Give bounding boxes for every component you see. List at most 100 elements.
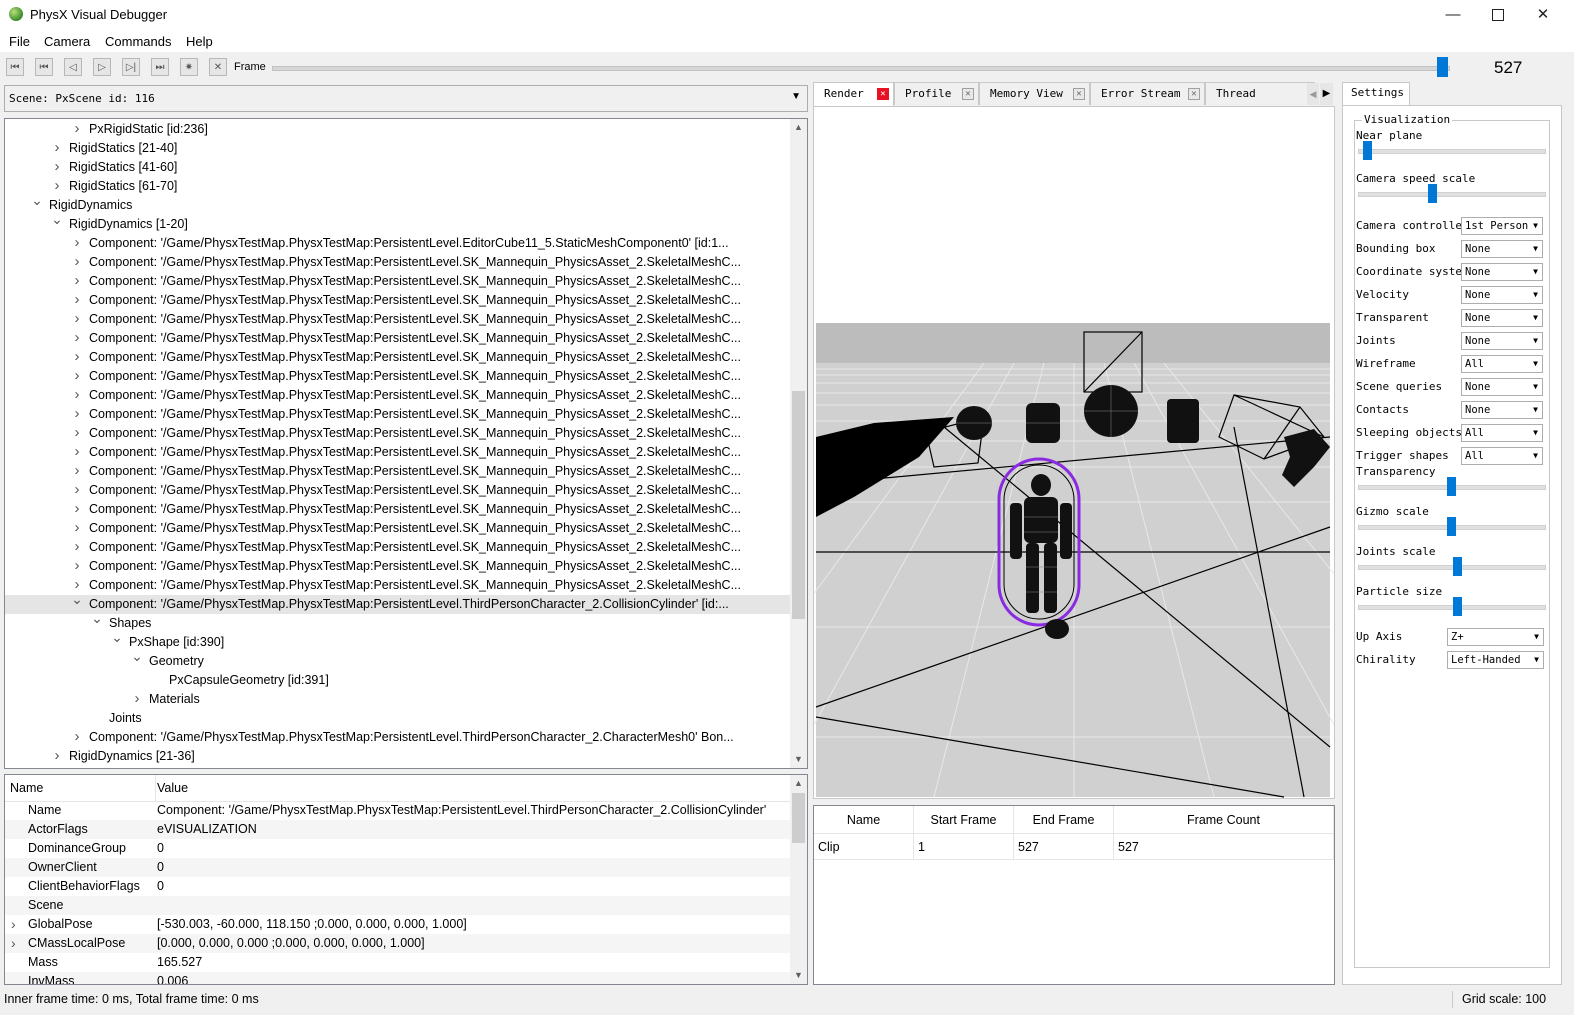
tree-item[interactable]: › Component: '/Game/PhysxTestMap.PhysxTes…: [5, 405, 791, 424]
properties-scroll-thumb[interactable]: [792, 793, 805, 843]
clip-cell[interactable]: 527: [1114, 834, 1334, 860]
collapse-arrow-icon[interactable]: ⌄: [51, 215, 63, 229]
up-axis-combo[interactable]: Z+ ▼: [1447, 628, 1544, 646]
close-tab-icon[interactable]: ✕: [962, 88, 974, 100]
expand-arrow-icon[interactable]: ›: [71, 310, 83, 328]
tree-item[interactable]: › Component: '/Game/PhysxTestMap.PhysxTes…: [5, 348, 791, 367]
tree-item[interactable]: › PxRigidStatic [id:236]: [5, 120, 791, 139]
clip-column-header[interactable]: Start Frame: [914, 806, 1014, 834]
scroll-up-icon[interactable]: ▲: [790, 775, 807, 792]
scene-selector[interactable]: Scene: PxScene id: 116 ▼: [4, 85, 808, 112]
expand-arrow-icon[interactable]: ›: [71, 234, 83, 252]
tab-scroll-left-icon[interactable]: ◀: [1307, 83, 1319, 105]
expand-arrow-icon[interactable]: ›: [71, 424, 83, 442]
play-icon[interactable]: ▷: [93, 58, 111, 76]
scroll-up-icon[interactable]: ▲: [790, 119, 807, 136]
expand-arrow-icon[interactable]: ›: [71, 443, 83, 461]
property-row[interactable]: Scene: [5, 896, 791, 915]
expand-arrow-icon[interactable]: ›: [71, 291, 83, 309]
tab-render[interactable]: Render ✕: [813, 82, 894, 107]
tree-item[interactable]: › Component: '/Game/PhysxTestMap.PhysxTes…: [5, 310, 791, 329]
menu-file[interactable]: File: [9, 34, 30, 49]
clip-cell[interactable]: 527: [1014, 834, 1114, 860]
expand-arrow-icon[interactable]: ›: [71, 538, 83, 556]
property-row[interactable]: DominanceGroup 0: [5, 839, 791, 858]
tree-item[interactable]: › Component: '/Game/PhysxTestMap.PhysxTes…: [5, 462, 791, 481]
menu-camera[interactable]: Camera: [44, 34, 90, 49]
setting-combo[interactable]: None ▼: [1461, 263, 1543, 281]
expand-arrow-icon[interactable]: ›: [71, 329, 83, 347]
tree-item[interactable]: › Component: '/Game/PhysxTestMap.PhysxTes…: [5, 481, 791, 500]
expand-arrow-icon[interactable]: ›: [71, 386, 83, 404]
settings-slider[interactable]: [1358, 149, 1546, 154]
expand-arrow-icon[interactable]: ›: [11, 915, 16, 934]
prev-keyframe-icon[interactable]: ⏮: [35, 58, 53, 76]
tree-item[interactable]: › RigidStatics [61-70]: [5, 177, 791, 196]
settings-slider-handle[interactable]: [1453, 597, 1462, 616]
tree-item[interactable]: ⌄ PxShape [id:390]: [5, 633, 791, 652]
tree-item[interactable]: › Materials: [5, 690, 791, 709]
scene-render[interactable]: [814, 107, 1334, 798]
tree-item[interactable]: › Component: '/Game/PhysxTestMap.PhysxTes…: [5, 728, 791, 747]
tree-item[interactable]: › Component: '/Game/PhysxTestMap.PhysxTes…: [5, 367, 791, 386]
tree-item[interactable]: › RigidStatics [21-40]: [5, 139, 791, 158]
property-row[interactable]: › CMassLocalPose [0.000, 0.000, 0.000 ;0.0…: [5, 934, 791, 953]
tree-item[interactable]: › Component: '/Game/PhysxTestMap.PhysxTes…: [5, 538, 791, 557]
tree-item[interactable]: › Component: '/Game/PhysxTestMap.PhysxTes…: [5, 443, 791, 462]
settings-slider[interactable]: [1358, 192, 1546, 197]
tree-item[interactable]: › Component: '/Game/PhysxTestMap.PhysxTes…: [5, 557, 791, 576]
property-row[interactable]: OwnerClient 0: [5, 858, 791, 877]
setting-combo[interactable]: None ▼: [1461, 401, 1543, 419]
tree-item[interactable]: › Component: '/Game/PhysxTestMap.PhysxTes…: [5, 424, 791, 443]
expand-arrow-icon[interactable]: ›: [51, 177, 63, 195]
setting-combo[interactable]: None ▼: [1461, 332, 1543, 350]
tree-item[interactable]: › RigidDynamics [21-36]: [5, 747, 791, 766]
expand-arrow-icon[interactable]: ›: [71, 120, 83, 138]
expand-arrow-icon[interactable]: ›: [71, 500, 83, 518]
tree-item[interactable]: Joints: [5, 709, 791, 728]
close-tab-icon[interactable]: ✕: [1188, 88, 1200, 100]
step-back-icon[interactable]: ◁: [64, 58, 82, 76]
maximize-button[interactable]: [1475, 0, 1521, 30]
setting-combo[interactable]: All ▼: [1461, 447, 1543, 465]
settings-slider-handle[interactable]: [1447, 477, 1456, 496]
collapse-arrow-icon[interactable]: ⌄: [111, 633, 123, 647]
property-row[interactable]: ActorFlags eVISUALIZATION: [5, 820, 791, 839]
capture-icon[interactable]: ✷: [180, 58, 198, 76]
menu-commands[interactable]: Commands: [105, 34, 171, 49]
settings-slider-handle[interactable]: [1428, 184, 1437, 203]
tree-item[interactable]: PxCapsuleGeometry [id:391]: [5, 671, 791, 690]
setting-combo[interactable]: None ▼: [1461, 240, 1543, 258]
scroll-down-icon[interactable]: ▼: [790, 967, 807, 984]
expand-arrow-icon[interactable]: ›: [71, 557, 83, 575]
tab-memory-view[interactable]: Memory View ✕: [979, 82, 1090, 105]
last-frame-icon[interactable]: ⏭: [151, 58, 169, 76]
property-row[interactable]: ClientBehaviorFlags 0: [5, 877, 791, 896]
clip-cell[interactable]: Clip: [814, 834, 914, 860]
property-row[interactable]: Name Component: '/Game/PhysxTestMap.Physx…: [5, 801, 791, 820]
tree-item[interactable]: › RigidStatics [41-60]: [5, 158, 791, 177]
tree-item[interactable]: ⌄ Geometry: [5, 652, 791, 671]
tree-item[interactable]: › Component: '/Game/PhysxTestMap.PhysxTes…: [5, 291, 791, 310]
property-row[interactable]: › GlobalPose [-530.003, -60.000, 118.150 ;…: [5, 915, 791, 934]
step-forward-icon[interactable]: ▷|: [122, 58, 140, 76]
settings-slider-handle[interactable]: [1453, 557, 1462, 576]
setting-combo[interactable]: None ▼: [1461, 286, 1543, 304]
setting-combo[interactable]: All ▼: [1461, 424, 1543, 442]
property-row[interactable]: Mass 165.527: [5, 953, 791, 972]
tab-profile[interactable]: Profile ✕: [894, 82, 979, 105]
setting-combo[interactable]: None ▼: [1461, 378, 1543, 396]
expand-arrow-icon[interactable]: ›: [71, 367, 83, 385]
expand-arrow-icon[interactable]: ›: [71, 405, 83, 423]
expand-arrow-icon[interactable]: ›: [71, 272, 83, 290]
tree-item[interactable]: › Component: '/Game/PhysxTestMap.PhysxTes…: [5, 272, 791, 291]
expand-arrow-icon[interactable]: ›: [71, 728, 83, 746]
tree-item[interactable]: › Component: '/Game/PhysxTestMap.PhysxTes…: [5, 329, 791, 348]
clip-column-header[interactable]: Name: [814, 806, 914, 834]
tree-item[interactable]: ⌄ RigidDynamics: [5, 196, 791, 215]
settings-slider-handle[interactable]: [1447, 517, 1456, 536]
expand-arrow-icon[interactable]: ›: [71, 481, 83, 499]
collapse-arrow-icon[interactable]: ⌄: [91, 614, 103, 628]
scroll-down-icon[interactable]: ▼: [790, 751, 807, 768]
chirality-combo[interactable]: Left-Handed ▼: [1447, 651, 1544, 669]
